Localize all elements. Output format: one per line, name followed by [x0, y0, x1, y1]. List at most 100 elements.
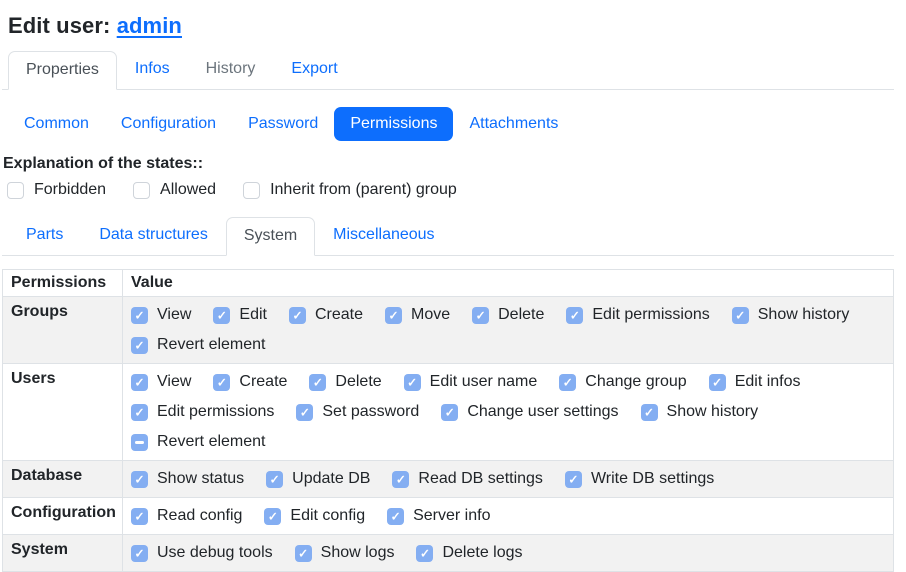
perm-item-database-update-db[interactable]: Update DB	[266, 464, 370, 494]
perm-item-label: Show history	[758, 306, 850, 324]
perm-item-users-edit-infos[interactable]: Edit infos	[709, 367, 801, 397]
perm-item-label: Delete	[335, 373, 381, 391]
checkbox-groups-view[interactable]	[131, 307, 148, 324]
checkbox-configuration-server-info[interactable]	[387, 508, 404, 525]
perm-item-users-edit-user-name[interactable]: Edit user name	[404, 367, 538, 397]
perm-item-users-show-history[interactable]: Show history	[641, 397, 759, 427]
checkbox-groups-revert-element[interactable]	[131, 337, 148, 354]
checkbox-system-use-debug-tools[interactable]	[131, 545, 148, 562]
checkbox-system-delete-logs[interactable]	[416, 545, 433, 562]
legend-item-inherit-from-parent-group[interactable]: Inherit from (parent) group	[243, 181, 457, 199]
perm-item-database-show-status[interactable]: Show status	[131, 464, 244, 494]
checkbox-inherit-from-parent-group[interactable]	[243, 182, 260, 199]
checkbox-configuration-read-config[interactable]	[131, 508, 148, 525]
perm-item-users-change-group[interactable]: Change group	[559, 367, 686, 397]
perm-item-label: Use debug tools	[157, 544, 273, 562]
perm-item-users-create[interactable]: Create	[213, 367, 287, 397]
checkbox-database-update-db[interactable]	[266, 471, 283, 488]
row-name-database: Database	[3, 461, 123, 498]
checkbox-configuration-edit-config[interactable]	[264, 508, 281, 525]
perm-item-users-revert-element[interactable]: Revert element	[131, 427, 266, 457]
perm-item-users-set-password[interactable]: Set password	[296, 397, 419, 427]
tab-history[interactable]: History	[188, 50, 274, 89]
perm-item-users-delete[interactable]: Delete	[309, 367, 381, 397]
pill-configuration[interactable]: Configuration	[105, 107, 232, 141]
row-values-users: View Create Delete Edit user name Change gro…	[123, 364, 894, 461]
pill-permissions[interactable]: Permissions	[334, 107, 453, 141]
perm-item-groups-show-history[interactable]: Show history	[732, 300, 850, 330]
checkbox-users-change-group[interactable]	[559, 374, 576, 391]
tab-system[interactable]: System	[226, 217, 315, 256]
states-legend: Explanation of the states:: ForbiddenAll…	[2, 155, 894, 199]
checkbox-users-view[interactable]	[131, 374, 148, 391]
checkbox-database-read-db-settings[interactable]	[392, 471, 409, 488]
checkbox-users-edit-user-name[interactable]	[404, 374, 421, 391]
perm-item-groups-edit-permissions[interactable]: Edit permissions	[566, 300, 709, 330]
tab-miscellaneous[interactable]: Miscellaneous	[315, 216, 452, 255]
checkbox-users-show-history[interactable]	[641, 404, 658, 421]
perm-item-label: Edit	[239, 306, 267, 324]
tab-data-structures[interactable]: Data structures	[81, 216, 225, 255]
checkbox-users-change-user-settings[interactable]	[441, 404, 458, 421]
checkbox-users-revert-element[interactable]	[131, 434, 148, 451]
checkbox-users-create[interactable]	[213, 374, 230, 391]
checkbox-groups-edit-permissions[interactable]	[566, 307, 583, 324]
checkbox-users-set-password[interactable]	[296, 404, 313, 421]
perm-item-label: Read DB settings	[418, 470, 543, 488]
perm-item-database-read-db-settings[interactable]: Read DB settings	[392, 464, 543, 494]
column-header-permissions: Permissions	[3, 270, 123, 297]
table-row-system: SystemUse debug toolsShow logsDelete log…	[3, 535, 894, 572]
checkbox-users-edit-infos[interactable]	[709, 374, 726, 391]
permission-tabs: PartsData structuresSystemMiscellaneous	[2, 216, 894, 256]
checkbox-users-delete[interactable]	[309, 374, 326, 391]
checkbox-system-show-logs[interactable]	[295, 545, 312, 562]
perm-item-groups-edit[interactable]: Edit	[213, 300, 267, 330]
perm-item-configuration-read-config[interactable]: Read config	[131, 501, 242, 531]
perm-item-users-view[interactable]: View	[131, 367, 191, 397]
legend-item-allowed[interactable]: Allowed	[133, 181, 216, 199]
permissions-table: PermissionsValue GroupsViewEditCreateMov…	[2, 269, 894, 572]
tab-parts[interactable]: Parts	[8, 216, 81, 255]
states-legend-items: Forbidden Allowed Inherit from (parent) gr…	[7, 181, 894, 199]
perm-item-groups-delete[interactable]: Delete	[472, 300, 544, 330]
checkbox-users-edit-permissions[interactable]	[131, 404, 148, 421]
checkbox-database-write-db-settings[interactable]	[565, 471, 582, 488]
table-row-groups: Groups View Edit Create Move Delete Edit permi…	[3, 297, 894, 364]
checkbox-forbidden[interactable]	[7, 182, 24, 199]
perm-item-groups-revert-element[interactable]: Revert element	[131, 330, 266, 360]
checkbox-database-show-status[interactable]	[131, 471, 148, 488]
tab-infos[interactable]: Infos	[117, 50, 188, 89]
row-name-groups: Groups	[3, 297, 123, 364]
perm-item-label: Create	[239, 373, 287, 391]
perm-item-label: Edit permissions	[157, 403, 274, 421]
legend-item-forbidden[interactable]: Forbidden	[7, 181, 106, 199]
perm-item-groups-create[interactable]: Create	[289, 300, 363, 330]
checkbox-groups-move[interactable]	[385, 307, 402, 324]
perm-item-users-change-user-settings[interactable]: Change user settings	[441, 397, 618, 427]
perm-item-label: Delete	[498, 306, 544, 324]
checkbox-groups-edit[interactable]	[213, 307, 230, 324]
tab-export[interactable]: Export	[273, 50, 355, 89]
tab-properties[interactable]: Properties	[8, 51, 117, 90]
perm-item-database-write-db-settings[interactable]: Write DB settings	[565, 464, 714, 494]
pill-password[interactable]: Password	[232, 107, 334, 141]
perm-item-system-delete-logs[interactable]: Delete logs	[416, 538, 522, 568]
perm-item-users-edit-permissions[interactable]: Edit permissions	[131, 397, 274, 427]
row-values-groups: View Edit Create Move Delete Edit permissions…	[123, 297, 894, 364]
perm-item-configuration-server-info[interactable]: Server info	[387, 501, 490, 531]
table-row-database: Database Show status Update DB Read DB sett…	[3, 461, 894, 498]
username-link[interactable]: admin	[117, 13, 182, 38]
checkbox-allowed[interactable]	[133, 182, 150, 199]
main-tabs: PropertiesInfosHistoryExport	[2, 50, 894, 90]
perm-item-system-show-logs[interactable]: Show logs	[295, 538, 395, 568]
perm-item-groups-move[interactable]: Move	[385, 300, 450, 330]
checkbox-groups-delete[interactable]	[472, 307, 489, 324]
perm-item-system-use-debug-tools[interactable]: Use debug tools	[131, 538, 273, 568]
pill-attachments[interactable]: Attachments	[453, 107, 574, 141]
perm-item-groups-view[interactable]: View	[131, 300, 191, 330]
perm-item-configuration-edit-config[interactable]: Edit config	[264, 501, 365, 531]
checkbox-groups-create[interactable]	[289, 307, 306, 324]
pill-common[interactable]: Common	[8, 107, 105, 141]
perm-item-label: Show status	[157, 470, 244, 488]
checkbox-groups-show-history[interactable]	[732, 307, 749, 324]
